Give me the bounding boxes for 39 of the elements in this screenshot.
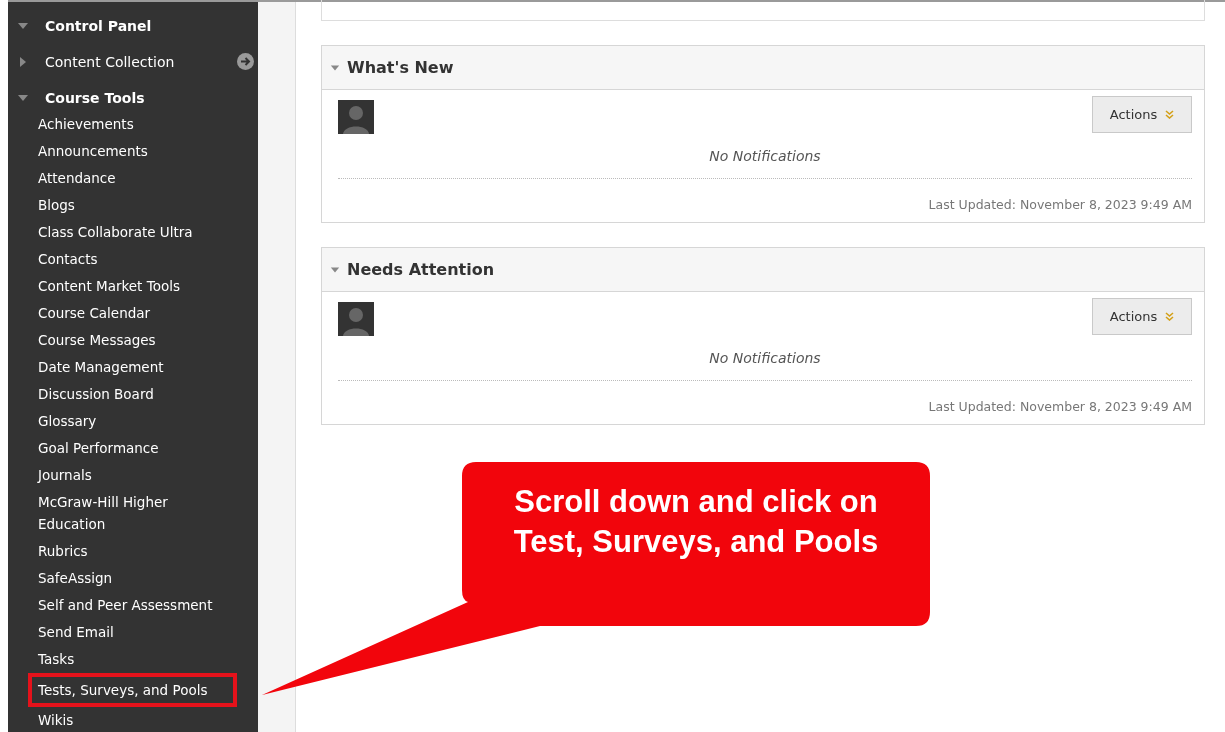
sidebar-item[interactable]: Content Market Tools	[38, 273, 180, 300]
module-title: What's New	[347, 58, 454, 77]
sidebar-item[interactable]: Date Management	[38, 354, 164, 381]
actions-button[interactable]: Actions	[1092, 96, 1192, 133]
double-chevron-icon	[1165, 110, 1175, 119]
sidebar-item[interactable]: Blogs	[38, 192, 75, 219]
sidebar-section[interactable]: Content Collection	[45, 53, 175, 70]
sidebar-section[interactable]: Course Tools	[45, 89, 145, 106]
avatar-icon	[338, 302, 374, 336]
sidebar-item[interactable]: Goal Performance	[38, 435, 159, 462]
sidebar-item[interactable]: Tests, Surveys, and Pools	[28, 673, 238, 707]
avatar-icon	[338, 100, 374, 134]
sidebar-item[interactable]: Self and Peer Assessment	[38, 592, 213, 619]
sidebar-item[interactable]: Send Email	[38, 619, 114, 646]
sidebar-title: Control Panel	[45, 17, 152, 34]
notification-message: No Notifications	[709, 350, 821, 366]
sidebar-item[interactable]: SafeAssign	[38, 565, 113, 592]
sidebar-item[interactable]: Wikis	[38, 707, 74, 732]
sidebar-item[interactable]: Tasks	[38, 646, 75, 673]
module-title: Needs Attention	[347, 260, 495, 279]
actions-button[interactable]: Actions	[1092, 298, 1192, 335]
sidebar-item[interactable]: Announcements	[38, 138, 148, 165]
last-updated-text: Last Updated: November 8, 2023 9:49 AM	[928, 399, 1192, 414]
sidebar-item[interactable]: Class Collaborate Ultra	[38, 219, 193, 246]
sidebar-item[interactable]: Journals	[38, 462, 92, 489]
sidebar-item[interactable]: Discussion Board	[38, 381, 154, 408]
sidebar-item[interactable]: Course Messages	[38, 327, 156, 354]
callout-text: Scroll down and click on Test, Surveys, and Pools	[512, 483, 880, 561]
sidebar-item[interactable]: Attendance	[38, 165, 116, 192]
sidebar-item[interactable]: Rubrics	[38, 538, 88, 565]
sidebar-item[interactable]: Course Calendar	[38, 300, 151, 327]
sidebar-item[interactable]: Glossary	[38, 408, 97, 435]
sidebar-item[interactable]: Achievements	[38, 111, 134, 138]
notification-message: No Notifications	[709, 148, 821, 164]
arrow-circle-icon[interactable]	[237, 53, 254, 70]
sidebar-item[interactable]: Contacts	[38, 246, 98, 273]
last-updated-text: Last Updated: November 8, 2023 9:49 AM	[928, 197, 1192, 212]
double-chevron-icon	[1165, 312, 1175, 321]
sidebar-item[interactable]: McGraw-Hill Higher Education	[38, 489, 228, 538]
